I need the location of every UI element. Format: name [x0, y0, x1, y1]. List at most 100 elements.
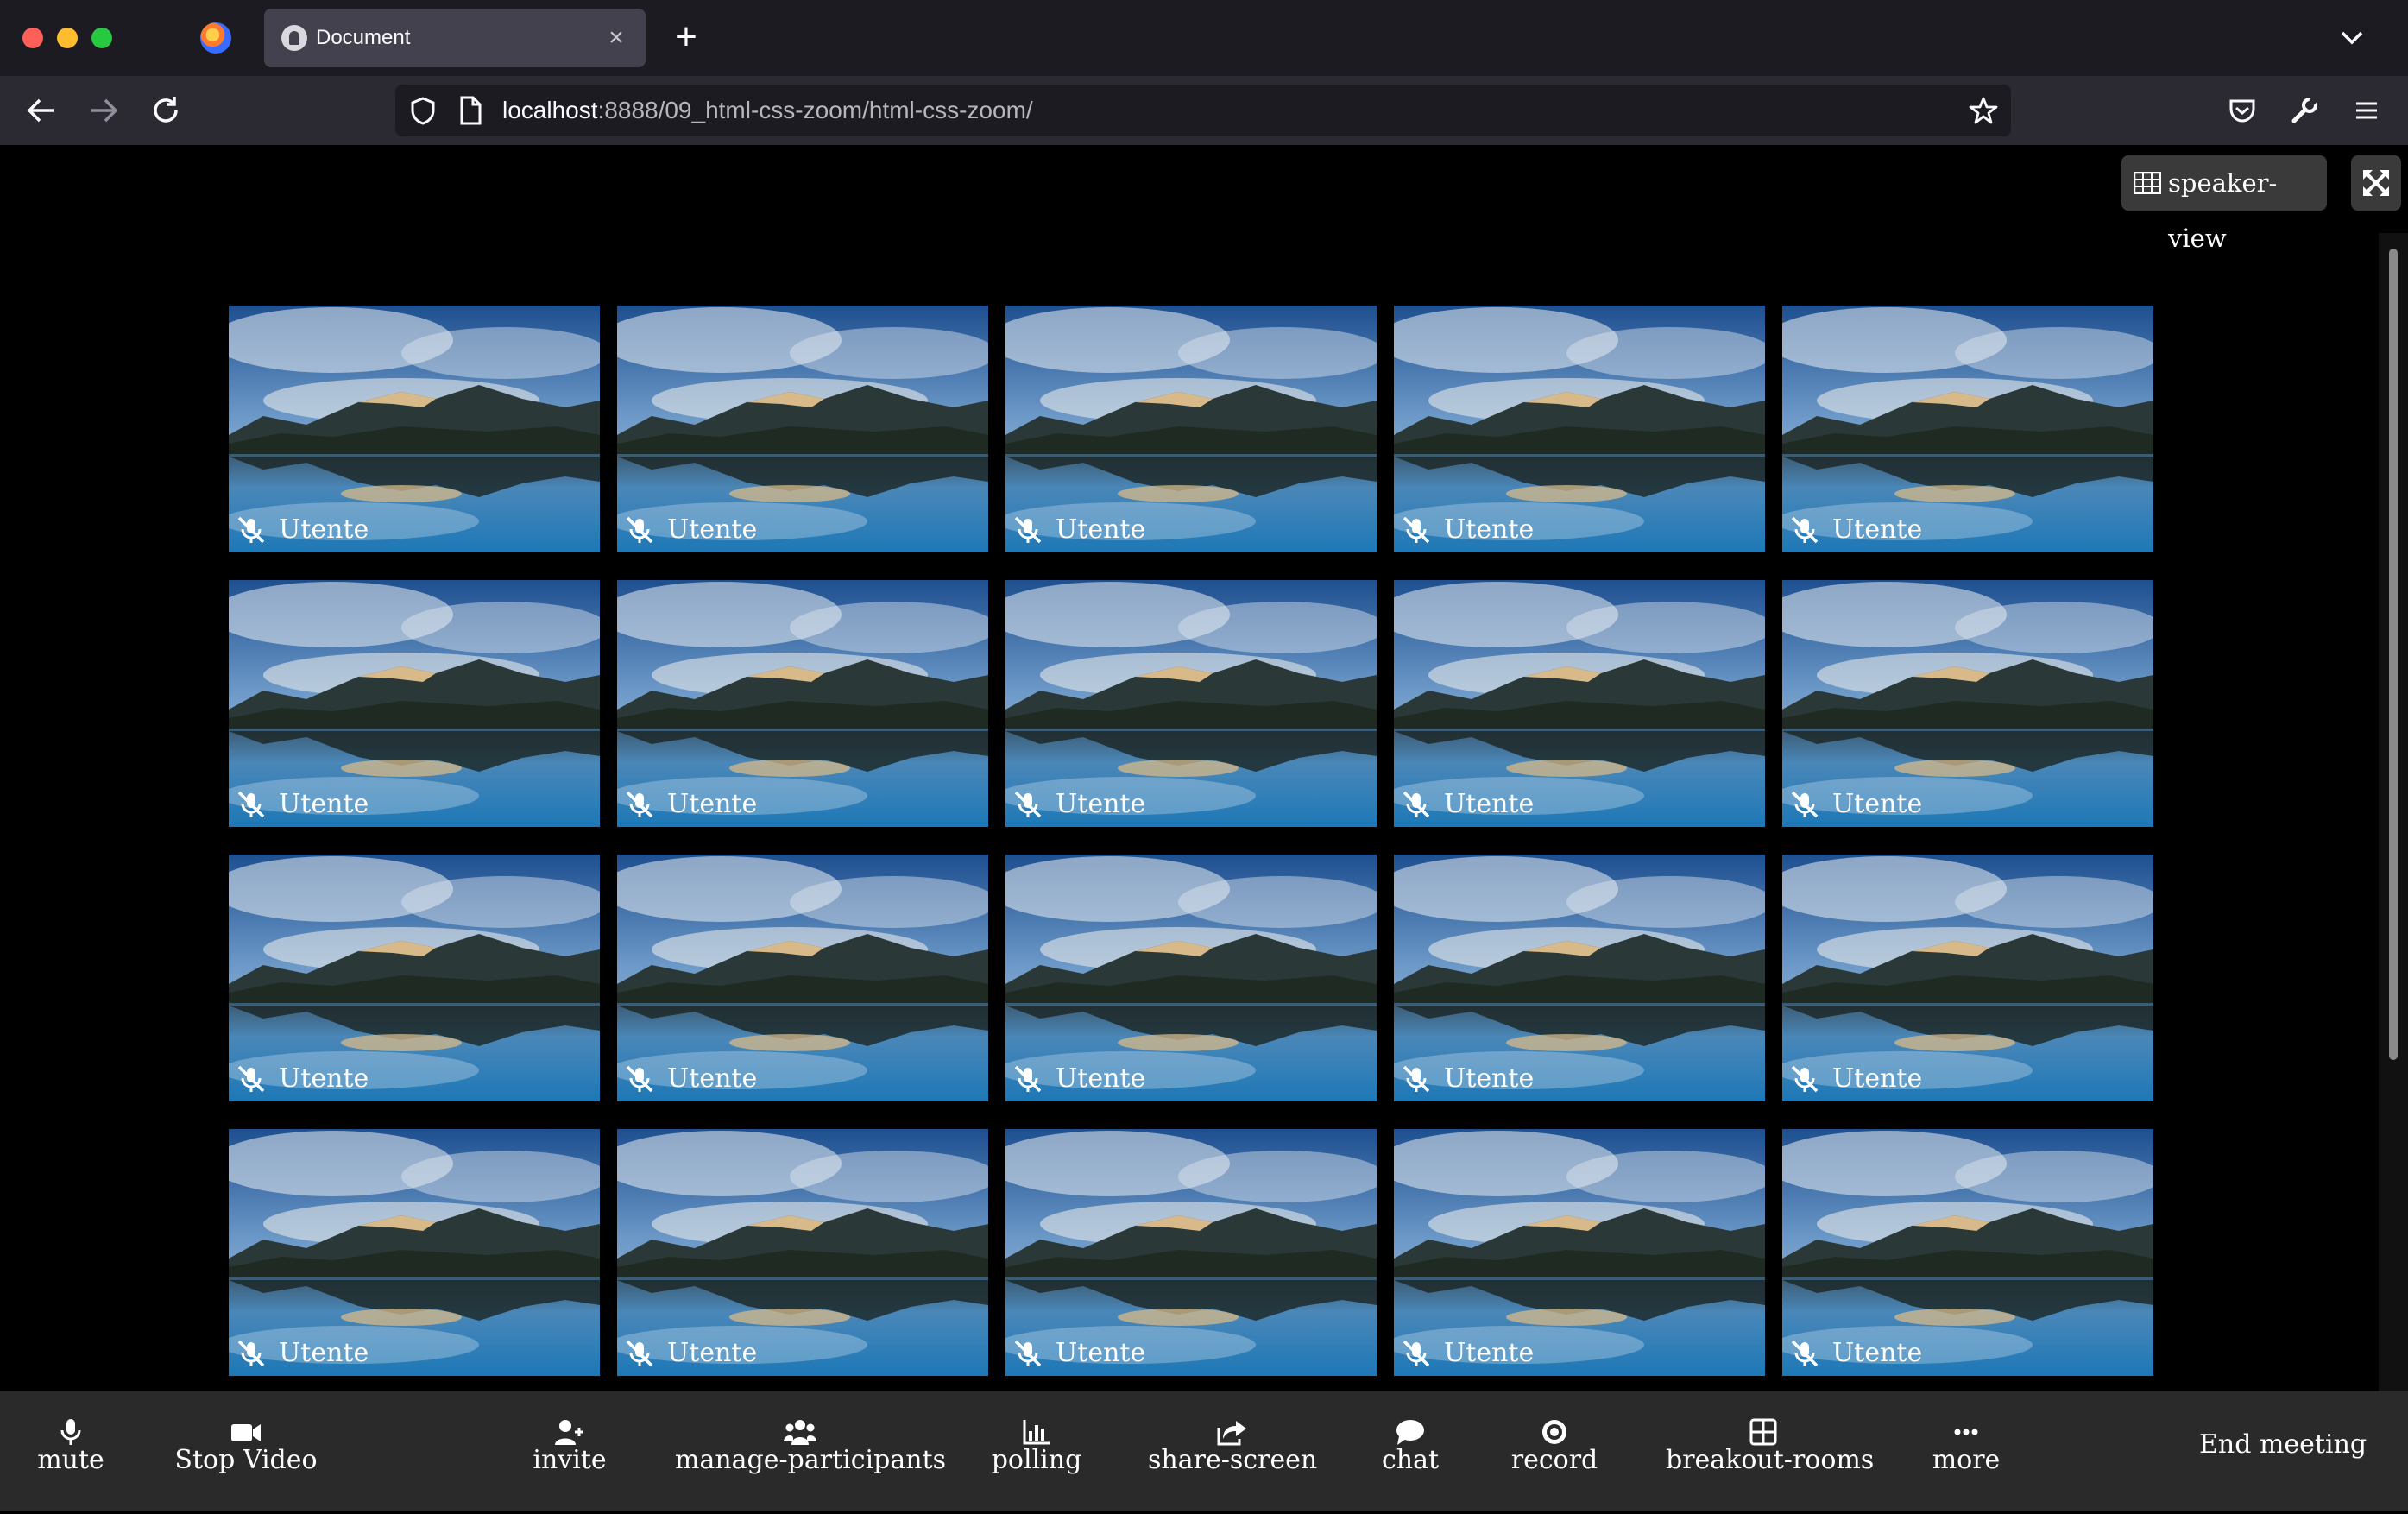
participant-name: Utente — [1444, 1063, 1535, 1094]
participant-grid: Utente Utente Utente Utente Utente Utente Uten… — [229, 306, 2153, 1514]
participant-tile[interactable]: Utente — [1394, 1129, 1765, 1376]
url-text[interactable]: localhost:8888/09_html-css-zoom/html-css… — [502, 97, 1033, 124]
participant-tile[interactable]: Utente — [1394, 306, 1765, 552]
participant-tile[interactable]: Utente — [1782, 1129, 2153, 1376]
muted-microphone-icon — [626, 791, 653, 818]
forward-arrow-icon[interactable] — [81, 88, 126, 133]
participant-tile[interactable]: Utente — [1005, 306, 1377, 552]
pocket-icon[interactable] — [2227, 95, 2258, 126]
mute-label: mute — [37, 1445, 104, 1475]
expand-icon — [2363, 170, 2389, 196]
participant-name: Utente — [1056, 1063, 1146, 1094]
video-camera-icon — [231, 1424, 261, 1441]
meeting-page: speaker-view Utente Utente Utente Utente… — [0, 145, 2408, 1511]
muted-microphone-icon — [1014, 1340, 1042, 1367]
browser-tab[interactable]: Document × — [264, 9, 646, 67]
polling-label: polling — [991, 1445, 1082, 1475]
participant-tile[interactable]: Utente — [229, 306, 600, 552]
speaker-view-button[interactable]: speaker-view — [2121, 155, 2327, 253]
participant-name: Utente — [1444, 1338, 1535, 1368]
share-screen-button[interactable]: share-screen — [1148, 1391, 1317, 1511]
scroll-thumb[interactable] — [2389, 249, 2398, 1060]
back-arrow-icon[interactable] — [19, 88, 64, 133]
muted-microphone-icon — [1791, 516, 1819, 544]
participant-tile[interactable]: Utente — [229, 580, 600, 827]
participant-tile[interactable]: Utente — [1394, 580, 1765, 827]
record-button[interactable]: record — [1503, 1391, 1605, 1511]
participant-tile[interactable]: Utente — [617, 580, 988, 827]
participant-tile[interactable]: Utente — [1394, 855, 1765, 1101]
participant-name: Utente — [279, 1063, 369, 1094]
participant-name: Utente — [1056, 789, 1146, 819]
participant-name: Utente — [279, 1338, 369, 1368]
manage-participants-button[interactable]: manage-participants — [675, 1391, 946, 1511]
hamburger-menu-icon[interactable] — [2351, 95, 2382, 126]
maximize-window-button[interactable] — [91, 28, 112, 48]
meeting-toolbar: mute Stop Video invite manage-participan… — [0, 1391, 2408, 1511]
participant-name: Utente — [1832, 789, 1923, 819]
chat-label: chat — [1381, 1445, 1440, 1475]
muted-microphone-icon — [626, 1065, 653, 1093]
muted-microphone-icon — [1403, 1340, 1430, 1367]
wrench-icon[interactable] — [2289, 95, 2320, 126]
participant-name: Utente — [667, 1063, 758, 1094]
page-scrollbar[interactable] — [2379, 233, 2408, 1481]
muted-microphone-icon — [626, 516, 653, 544]
fullscreen-button[interactable] — [2351, 155, 2401, 211]
participant-tile[interactable]: Utente — [229, 855, 600, 1101]
muted-microphone-icon — [626, 1340, 653, 1367]
shield-icon[interactable] — [407, 95, 438, 126]
breakout-rooms-label: breakout-rooms — [1666, 1445, 1875, 1475]
tab-list-chevron-icon[interactable] — [2330, 19, 2373, 57]
participant-tile[interactable]: Utente — [1005, 580, 1377, 827]
muted-microphone-icon — [1014, 1065, 1042, 1093]
more-label: more — [1932, 1445, 2001, 1475]
new-tab-button[interactable]: + — [665, 16, 708, 59]
participant-name: Utente — [667, 514, 758, 545]
participant-name: Utente — [667, 1338, 758, 1368]
reload-icon[interactable] — [143, 88, 188, 133]
bookmark-star-icon[interactable] — [1968, 95, 1999, 126]
url-bar[interactable]: localhost:8888/09_html-css-zoom/html-css… — [395, 85, 2011, 136]
close-tab-icon[interactable]: × — [599, 21, 634, 55]
participant-name: Utente — [1056, 514, 1146, 545]
participant-tile[interactable]: Utente — [617, 1129, 988, 1376]
muted-microphone-icon — [1791, 1340, 1819, 1367]
breakout-rooms-button[interactable]: breakout-rooms — [1666, 1391, 1875, 1511]
record-icon — [1542, 1420, 1566, 1444]
tab-title: Document — [316, 26, 411, 49]
muted-microphone-icon — [237, 516, 265, 544]
participant-name: Utente — [1832, 1063, 1923, 1094]
participant-tile[interactable]: Utente — [617, 306, 988, 552]
more-button[interactable]: more — [1918, 1391, 2014, 1511]
chat-button[interactable]: chat — [1369, 1391, 1452, 1511]
share-icon — [1217, 1421, 1246, 1446]
mute-button[interactable]: mute — [17, 1391, 124, 1511]
minimize-window-button[interactable] — [57, 28, 78, 48]
record-label: record — [1510, 1445, 1598, 1475]
browser-nav-bar: localhost:8888/09_html-css-zoom/html-css… — [0, 76, 2408, 145]
tab-favicon-icon — [281, 25, 307, 51]
close-window-button[interactable] — [22, 28, 43, 48]
stop-video-button[interactable]: Stop Video — [167, 1391, 325, 1511]
stop-video-label: Stop Video — [174, 1445, 318, 1475]
participant-name: Utente — [279, 789, 369, 819]
url-path: :8888/09_html-css-zoom/html-css-zoom/ — [597, 97, 1033, 123]
participant-name: Utente — [1832, 1338, 1923, 1368]
participant-tile[interactable]: Utente — [1782, 306, 2153, 552]
invite-button[interactable]: invite — [518, 1391, 621, 1511]
end-meeting-button[interactable]: End meeting — [2199, 1429, 2367, 1460]
participant-tile[interactable]: Utente — [617, 855, 988, 1101]
firefox-logo-icon[interactable] — [200, 22, 231, 54]
participant-tile[interactable]: Utente — [1782, 855, 2153, 1101]
polling-button[interactable]: polling — [984, 1391, 1089, 1511]
participant-tile[interactable]: Utente — [229, 1129, 600, 1376]
ellipsis-icon — [1954, 1429, 1978, 1435]
user-plus-icon — [555, 1420, 583, 1445]
muted-microphone-icon — [1403, 791, 1430, 818]
table-icon — [2134, 172, 2161, 194]
participant-name: Utente — [1444, 514, 1535, 545]
participant-tile[interactable]: Utente — [1005, 1129, 1377, 1376]
participant-tile[interactable]: Utente — [1005, 855, 1377, 1101]
participant-tile[interactable]: Utente — [1782, 580, 2153, 827]
